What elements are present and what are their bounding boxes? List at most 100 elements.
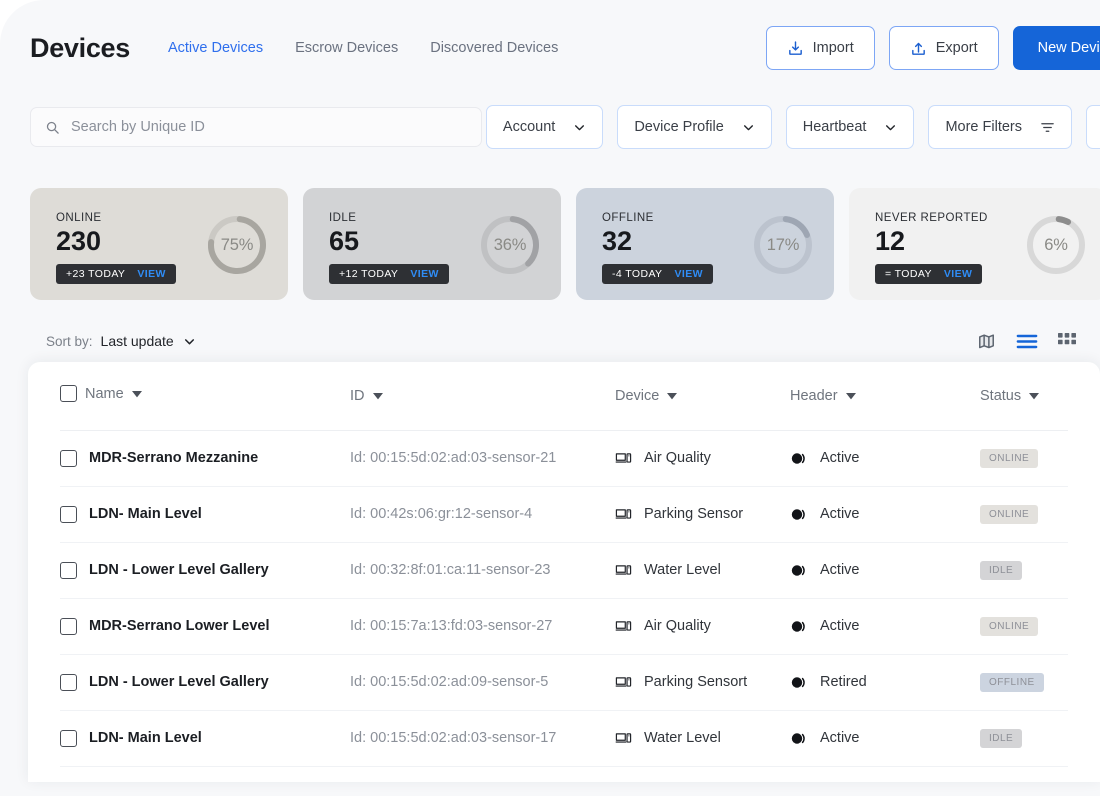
select-all-checkbox[interactable]	[60, 385, 77, 403]
cell-name: LDN - Lower Level Gallery	[60, 654, 350, 711]
status-badge: ONLINE	[980, 616, 1039, 636]
signal-status-icon	[790, 731, 808, 746]
devices-page: Devices Active Devices Escrow Devices Di…	[0, 0, 1100, 796]
signal-status-icon	[790, 675, 808, 690]
search-icon	[45, 120, 60, 135]
stat-percent: 36%	[493, 235, 527, 254]
stat-percent: 75%	[220, 235, 254, 254]
stat-view-link[interactable]: VIEW	[944, 268, 972, 280]
save-filter-button[interactable]	[1086, 105, 1100, 149]
new-device-label: New Device	[1037, 40, 1100, 56]
more-filters-button[interactable]: More Filters	[928, 105, 1072, 149]
stat-donut: 36%	[479, 214, 541, 276]
cell-device: Air Quality	[615, 430, 790, 487]
stat-card-offline[interactable]: OFFLINE 32 -4 TODAY VIEW 17%	[576, 188, 834, 300]
device-icon	[615, 450, 632, 467]
row-checkbox[interactable]	[60, 449, 77, 467]
cell-status: IDLE	[980, 710, 1068, 767]
cell-name: LDN - Lower Level Gallery	[60, 542, 350, 599]
map-view-icon[interactable]	[977, 332, 996, 351]
stat-view-link[interactable]: VIEW	[137, 268, 165, 280]
table-row[interactable]: LDN- Main Level Id: 00:42s:06:gr:12-senso…	[60, 486, 1068, 543]
search-box[interactable]	[30, 107, 482, 147]
cell-header: Active	[790, 430, 980, 487]
table-header-row: Name ID Device Header Status	[60, 362, 1068, 431]
stat-card-online[interactable]: ONLINE 230 +23 TODAY VIEW 75%	[30, 188, 288, 300]
stat-badge: +23 TODAY VIEW	[56, 264, 176, 285]
table-row[interactable]: LDN - Lower Level Gallery Id: 00:32:8f:01…	[60, 542, 1068, 599]
stat-view-link[interactable]: VIEW	[674, 268, 702, 280]
sort-by-dropdown[interactable]: Last update	[101, 333, 196, 349]
row-checkbox[interactable]	[60, 505, 77, 523]
stat-card-never-reported[interactable]: NEVER REPORTED 12 = TODAY VIEW 6%	[849, 188, 1100, 300]
column-header-name-label: Name	[85, 385, 124, 402]
stat-card-idle[interactable]: IDLE 65 +12 TODAY VIEW 36%	[303, 188, 561, 300]
device-id: Id: 00:15:5d:02:ad:09-sensor-5	[350, 674, 549, 690]
grid-view-icon[interactable]	[1058, 332, 1076, 350]
column-header-name[interactable]: Name	[60, 362, 350, 431]
device-icon	[615, 506, 632, 523]
list-view-icon[interactable]	[1016, 333, 1038, 350]
more-filters-label: More Filters	[945, 119, 1022, 135]
device-id: Id: 00:15:7a:13:fd:03-sensor-27	[350, 618, 553, 634]
import-label: Import	[812, 40, 854, 56]
device-header: Active	[820, 506, 860, 522]
column-header-status[interactable]: Status	[980, 362, 1068, 431]
stat-percent: 17%	[766, 235, 800, 254]
device-type: Air Quality	[644, 450, 711, 466]
status-badge: ONLINE	[980, 504, 1039, 524]
page-header: Devices Active Devices Escrow Devices Di…	[0, 0, 1100, 96]
stat-donut: 6%	[1025, 214, 1087, 276]
tab-discovered-devices[interactable]: Discovered Devices	[430, 40, 558, 56]
column-header-id[interactable]: ID	[350, 362, 615, 431]
stat-delta: +23 TODAY	[66, 268, 126, 281]
chevron-down-icon	[183, 335, 196, 348]
table-row[interactable]: MDR-Serrano Mezzanine Id: 00:15:5d:02:ad:…	[60, 430, 1068, 487]
cell-status: IDLE	[980, 542, 1068, 599]
device-name: LDN - Lower Level Gallery	[89, 562, 269, 578]
table-row[interactable]: LDN - Lower Level Gallery Id: 00:15:5d:02…	[60, 654, 1068, 711]
row-checkbox[interactable]	[60, 673, 77, 691]
account-filter[interactable]: Account	[485, 105, 604, 149]
filter-bar: Account Device Profile Heartbeat More Fi…	[0, 96, 1100, 158]
stat-value: 12	[875, 226, 906, 256]
status-badge: IDLE	[980, 560, 1023, 580]
export-button[interactable]: Export	[888, 26, 999, 70]
column-header-header[interactable]: Header	[790, 362, 980, 431]
column-header-header-label: Header	[790, 387, 838, 404]
column-header-device[interactable]: Device	[615, 362, 790, 431]
devices-table: Name ID Device Header Status MDR-Serrano…	[60, 362, 1068, 767]
tab-active-devices[interactable]: Active Devices	[168, 40, 263, 56]
sort-by-value: Last update	[100, 333, 174, 349]
tab-escrow-devices[interactable]: Escrow Devices	[295, 40, 398, 56]
device-header: Active	[820, 730, 860, 746]
search-input[interactable]	[71, 119, 467, 135]
table-row[interactable]: MDR-Serrano Lower Level Id: 00:15:7a:13:f…	[60, 598, 1068, 655]
new-device-button[interactable]: New Device	[1012, 26, 1100, 70]
chevron-down-icon	[573, 121, 586, 134]
device-name: LDN- Main Level	[89, 730, 202, 746]
devices-table-card: Name ID Device Header Status MDR-Serrano…	[28, 362, 1100, 782]
import-button[interactable]: Import	[765, 26, 875, 70]
cell-name: LDN- Main Level	[60, 710, 350, 767]
row-checkbox[interactable]	[60, 561, 77, 579]
page-title: Devices	[30, 32, 130, 63]
stat-label: ONLINE	[56, 212, 102, 224]
status-badge: IDLE	[980, 728, 1023, 748]
row-checkbox[interactable]	[60, 617, 77, 635]
import-icon	[787, 40, 804, 57]
row-checkbox[interactable]	[60, 729, 77, 747]
device-profile-filter[interactable]: Device Profile	[617, 105, 772, 149]
cell-id: Id: 00:15:5d:02:ad:09-sensor-5	[350, 654, 615, 711]
chevron-down-icon	[742, 121, 755, 134]
device-name: LDN - Lower Level Gallery	[89, 674, 269, 690]
sort-caret-icon	[845, 388, 856, 404]
heartbeat-filter[interactable]: Heartbeat	[785, 105, 915, 149]
device-profile-filter-label: Device Profile	[634, 119, 724, 135]
table-row[interactable]: LDN- Main Level Id: 00:15:5d:02:ad:03-sen…	[60, 710, 1068, 767]
stat-badge: -4 TODAY VIEW	[602, 264, 713, 285]
stat-donut: 75%	[206, 214, 268, 276]
device-header: Retired	[820, 674, 867, 690]
stat-view-link[interactable]: VIEW	[410, 268, 438, 280]
device-icon	[615, 730, 632, 747]
